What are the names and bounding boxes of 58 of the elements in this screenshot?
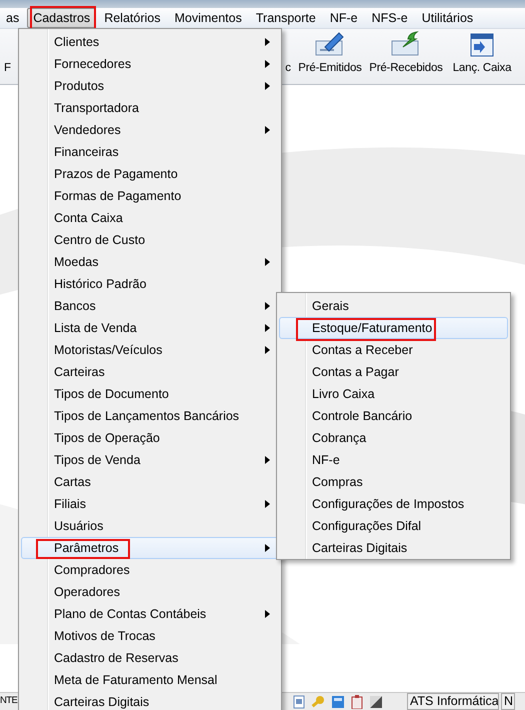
menu-item[interactable]: Cobrança bbox=[279, 427, 508, 449]
menu-item[interactable]: Carteiras bbox=[21, 361, 279, 383]
menu-item[interactable]: Lista de Venda bbox=[21, 317, 279, 339]
menu-item[interactable]: Cadastros bbox=[27, 8, 96, 28]
menu-item[interactable]: Configurações de Impostos bbox=[279, 493, 508, 515]
menu-item[interactable]: Transportadora bbox=[21, 97, 279, 119]
menu-item[interactable]: Conta Caixa bbox=[21, 207, 279, 229]
toolbar-button[interactable]: c bbox=[282, 62, 294, 74]
menu-item[interactable]: Motivos de Trocas bbox=[21, 625, 279, 647]
menu-item[interactable]: Contas a Receber bbox=[279, 339, 508, 361]
menu-item[interactable]: Motoristas/Veículos bbox=[21, 339, 279, 361]
menu-item[interactable]: Plano de Contas Contábeis bbox=[21, 603, 279, 625]
menu-item[interactable]: Fornecedores bbox=[21, 53, 279, 75]
menu-item[interactable]: Movimentos bbox=[168, 8, 248, 28]
menu-item[interactable]: Cartas bbox=[21, 471, 279, 493]
menu-item[interactable]: Operadores bbox=[21, 581, 279, 603]
toolbar-button[interactable]: Pré-Emitidos bbox=[294, 31, 366, 74]
menu-item[interactable]: Parâmetros bbox=[21, 537, 279, 559]
menu-item[interactable]: Financeiras bbox=[21, 141, 279, 163]
menu-item[interactable]: as bbox=[0, 8, 26, 28]
menu-item[interactable]: Carteiras Digitais bbox=[21, 691, 279, 710]
menu-item[interactable]: Livro Caixa bbox=[279, 383, 508, 405]
menu-item[interactable]: Produtos bbox=[21, 75, 279, 97]
status-text: N bbox=[501, 693, 515, 710]
menu-item[interactable]: NFS-e bbox=[366, 8, 414, 28]
toolbar-button[interactable]: F bbox=[4, 62, 14, 74]
menu-item[interactable]: Estoque/Faturamento bbox=[279, 317, 508, 339]
menu-item[interactable]: Contas a Pagar bbox=[279, 361, 508, 383]
menu-item[interactable]: Compras bbox=[279, 471, 508, 493]
menu-item[interactable]: Formas de Pagamento bbox=[21, 185, 279, 207]
menu-item[interactable]: Cadastro de Reservas bbox=[21, 647, 279, 669]
status-text: NTE bbox=[0, 694, 17, 708]
menu-item[interactable]: Configurações Difal bbox=[279, 515, 508, 537]
menu-item[interactable]: Centro de Custo bbox=[21, 229, 279, 251]
menu-item[interactable]: NF-e bbox=[324, 8, 364, 28]
menu-item[interactable]: Relatórios bbox=[98, 8, 166, 28]
menu-item[interactable]: Tipos de Venda bbox=[21, 449, 279, 471]
menu-item[interactable]: Filiais bbox=[21, 493, 279, 515]
menu-item[interactable]: Usuários bbox=[21, 515, 279, 537]
menu-item[interactable]: Moedas bbox=[21, 251, 279, 273]
menu-item[interactable]: NF-e bbox=[279, 449, 508, 471]
menu-item[interactable]: Tipos de Operação bbox=[21, 427, 279, 449]
menu-item[interactable]: Clientes bbox=[21, 31, 279, 53]
menu-item[interactable]: Carteiras Digitais bbox=[279, 537, 508, 559]
menu-item[interactable]: Compradores bbox=[21, 559, 279, 581]
menu-item[interactable]: Meta de Faturamento Mensal bbox=[21, 669, 279, 691]
toolbar-button[interactable]: Pré-Recebidos bbox=[366, 31, 446, 74]
menu-item[interactable]: Bancos bbox=[21, 295, 279, 317]
menu-item[interactable]: Utilitários bbox=[416, 8, 480, 28]
menu-item[interactable]: Tipos de Lançamentos Bancários bbox=[21, 405, 279, 427]
menu-item[interactable]: Histórico Padrão bbox=[21, 273, 279, 295]
menu-item[interactable]: Controle Bancário bbox=[279, 405, 508, 427]
menu-item[interactable]: Transporte bbox=[250, 8, 322, 28]
menu-item[interactable]: Tipos de Documento bbox=[21, 383, 279, 405]
menu-item[interactable]: Vendedores bbox=[21, 119, 279, 141]
menu-item[interactable]: Prazos de Pagamento bbox=[21, 163, 279, 185]
menu-item[interactable]: Gerais bbox=[279, 295, 508, 317]
toolbar-button[interactable]: Lanç. Caixa bbox=[446, 31, 518, 74]
